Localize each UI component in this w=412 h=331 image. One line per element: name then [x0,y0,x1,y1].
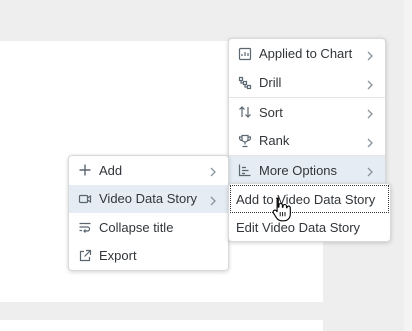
menu-item-label: Collapse title [99,219,174,235]
chevron-right-icon [365,136,375,147]
menu-item-export[interactable]: Export [69,242,228,271]
menu-item-label: Video Data Story [99,191,198,207]
plus-icon [77,162,93,178]
menu-item-applied-to-chart[interactable]: Applied to Chart [229,39,385,68]
menu-item-add-to-video-data-story[interactable]: Add to Video Data Story [230,185,389,213]
menu-item-label: Rank [259,133,290,148]
chevron-right-icon [208,165,218,177]
menu-item-label: Edit Video Data Story [236,219,361,235]
menu-item-label: Sort [259,104,283,120]
menu-item-add[interactable]: Add [69,156,228,185]
chevron-right-icon [365,107,375,119]
menu-item-sort[interactable]: Sort [229,97,385,126]
menu-item-label: Export [99,248,137,264]
drill-icon [237,75,253,91]
menu-item-label: Add [99,162,123,178]
export-icon [77,248,93,264]
hand-pointer-cursor-icon [272,197,291,222]
menu-item-label: Drill [259,75,282,90]
video-icon [77,191,93,207]
chevron-right-icon [365,49,375,60]
menu-item-label: More Options [259,162,338,178]
chart-filter-icon [237,46,253,62]
video-data-story-submenu: Add to Video Data Story Edit Video Data … [228,183,391,242]
app-canvas: Applied to Chart Drill Sort Rank More Op… [0,0,412,331]
right-edge-strip [404,0,412,331]
trophy-icon [237,133,253,149]
menu-item-rank[interactable]: Rank [229,126,385,155]
chevron-right-icon [365,78,375,89]
collapse-title-icon [77,219,93,235]
widget-context-menu: Add Video Data Story Collapse title Expo… [68,155,229,271]
story-widget-panel-lower [0,320,323,331]
chevron-right-icon [208,194,218,206]
chart-context-menu: Applied to Chart Drill Sort Rank More Op… [228,38,386,184]
sort-icon [237,104,253,120]
menu-item-more-options[interactable]: More Options [229,155,385,184]
menu-item-label: Applied to Chart [259,46,353,61]
menu-item-collapse-title[interactable]: Collapse title [69,213,228,242]
menu-item-drill[interactable]: Drill [229,68,385,97]
menu-item-edit-video-data-story[interactable]: Edit Video Data Story [229,213,390,241]
menu-item-video-data-story[interactable]: Video Data Story [69,184,228,213]
menu-item-label: Add to Video Data Story [236,191,376,207]
more-options-icon [237,162,253,178]
chevron-right-icon [365,165,375,177]
